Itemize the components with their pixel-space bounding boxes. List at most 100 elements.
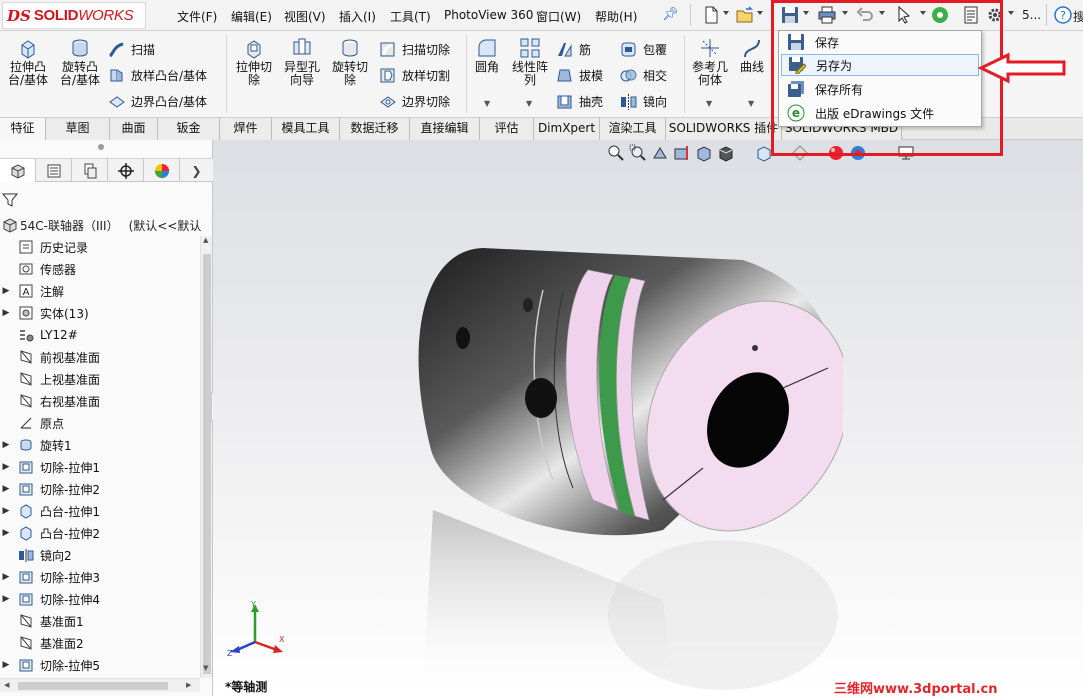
new-document-icon[interactable] [702, 6, 720, 24]
tree-node[interactable]: ▶ 切除-拉伸3 [0, 566, 100, 588]
draft-button[interactable]: 拔模 [556, 65, 603, 85]
refgeom-dropdown-arrow[interactable]: ▼ [706, 99, 712, 108]
tab-mold-tools[interactable]: 模具工具 [272, 118, 340, 140]
pattern-dropdown-arrow[interactable]: ▼ [526, 99, 532, 108]
tree-node[interactable]: 基准面2 [0, 632, 84, 654]
display-style-icon[interactable] [717, 144, 735, 162]
view-orientation-icon[interactable] [695, 144, 713, 162]
lofted-cut-button[interactable]: 放样切割 [379, 65, 450, 85]
tree-node[interactable]: 原点 [0, 412, 64, 434]
expand-arrow-icon[interactable]: ▶ [0, 286, 12, 296]
menu-tools[interactable]: 工具(T) [390, 8, 431, 25]
filter-icon[interactable] [2, 192, 18, 208]
graphics-viewport[interactable]: Y X Z *等轴测 三维网www.3dportal.cn [213, 140, 1083, 696]
reference-geometry-button[interactable]: 参考几 何体 [688, 37, 732, 87]
zoom-to-area-icon[interactable] [629, 144, 647, 162]
mirror-button[interactable]: 镜向 [620, 91, 667, 111]
expand-arrow-icon[interactable]: ▶ [0, 660, 12, 670]
tab-sheet-metal[interactable]: 钣金 [158, 118, 220, 140]
menu-edit[interactable]: 编辑(E) [231, 8, 272, 25]
display-manager-tab[interactable] [144, 159, 180, 182]
tree-node[interactable]: ▶ 切除-拉伸4 [0, 588, 100, 610]
help-icon[interactable]: ? [1054, 6, 1072, 24]
scroll-down-arrow[interactable]: ▼ [203, 664, 208, 672]
tree-horizontal-scrollbar[interactable]: ◀ ▶ [0, 678, 200, 692]
fillet-button[interactable]: 圆角 [471, 37, 503, 74]
scroll-up-arrow[interactable]: ▲ [203, 236, 208, 244]
expand-arrow-icon[interactable]: ▶ [0, 308, 12, 318]
fillet-dropdown-arrow[interactable]: ▼ [484, 99, 490, 108]
expand-arrow-icon[interactable]: ▶ [0, 594, 12, 604]
menu-file[interactable]: 文件(F) [177, 8, 217, 25]
scroll-left-arrow[interactable]: ◀ [4, 681, 9, 689]
rib-button[interactable]: 筋 [556, 39, 591, 59]
tree-node[interactable]: 传感器 [0, 258, 76, 280]
panel-tabs-scroll-right[interactable]: ❯ [180, 159, 213, 182]
menu-window[interactable]: 窗口(W) [536, 8, 581, 25]
open-dropdown-arrow[interactable] [757, 11, 763, 15]
tab-render-tools[interactable]: 渲染工具 [600, 118, 666, 140]
tab-surfaces[interactable]: 曲面 [110, 118, 158, 140]
menu-photoview[interactable]: PhotoView 360 [444, 8, 533, 22]
zoom-to-fit-icon[interactable] [607, 144, 625, 162]
expand-arrow-icon[interactable]: ▶ [0, 484, 12, 494]
h-scrollbar-thumb[interactable] [18, 682, 168, 690]
coupling-3d-model[interactable] [363, 220, 843, 690]
loft-boss-button[interactable]: 放样凸台/基体 [108, 65, 207, 85]
sweep-button[interactable]: 扫描 [108, 39, 155, 59]
revolve-boss-button[interactable]: 旋转凸 台/基体 [56, 37, 104, 87]
tab-sketch[interactable]: 草图 [46, 118, 110, 140]
curves-dropdown-arrow[interactable]: ▼ [748, 99, 754, 108]
feature-manager-tab[interactable] [0, 159, 36, 182]
tree-node[interactable]: 上视基准面 [0, 368, 100, 390]
expand-arrow-icon[interactable]: ▶ [0, 528, 12, 538]
tree-node[interactable]: LY12# [0, 324, 78, 346]
tree-node[interactable]: ▶ 凸台-拉伸1 [0, 500, 100, 522]
expand-arrow-icon[interactable]: ▶ [0, 506, 12, 516]
hole-wizard-button[interactable]: 异型孔 向导 [280, 37, 324, 87]
panel-splitter-handle[interactable] [98, 144, 104, 150]
tree-node[interactable]: ▶ 实体(13) [0, 302, 89, 324]
tree-node[interactable]: 历史记录 [0, 236, 88, 258]
previous-view-icon[interactable] [651, 144, 669, 162]
expand-arrow-icon[interactable]: ▶ [0, 440, 12, 450]
pin-icon[interactable]: 📌︎ [662, 7, 679, 22]
dimxpert-manager-tab[interactable] [108, 159, 144, 182]
shell-button[interactable]: 抽壳 [556, 91, 603, 111]
tree-node[interactable]: ▶ 旋转1 [0, 434, 72, 456]
tab-evaluate[interactable]: 评估 [480, 118, 534, 140]
menu-insert[interactable]: 插入(I) [339, 8, 376, 25]
expand-arrow-icon[interactable]: ▶ [0, 462, 12, 472]
extrude-cut-button[interactable]: 拉伸切 除 [232, 37, 276, 87]
new-dropdown-arrow[interactable] [723, 11, 729, 15]
menu-view[interactable]: 视图(V) [284, 8, 326, 25]
menu-help[interactable]: 帮助(H) [595, 8, 637, 25]
swept-cut-button[interactable]: 扫描切除 [379, 39, 450, 59]
scroll-right-arrow[interactable]: ▶ [186, 681, 191, 689]
tree-node[interactable]: ▶ 切除-拉伸2 [0, 478, 100, 500]
configuration-manager-tab[interactable] [72, 159, 108, 182]
section-view-icon[interactable] [673, 144, 691, 162]
tab-solidworks-addins[interactable]: SOLIDWORKS 插件 [666, 118, 782, 140]
tree-node[interactable]: ▶ A 注解 [0, 280, 64, 302]
tree-node[interactable]: ▶ 切除-拉伸1 [0, 456, 100, 478]
scrollbar-thumb[interactable] [203, 254, 211, 674]
tab-weldments[interactable]: 焊件 [220, 118, 272, 140]
property-manager-tab[interactable] [36, 159, 72, 182]
quick-access-overflow[interactable]: 5... [1022, 8, 1041, 22]
revolve-cut-button[interactable]: 旋转切 除 [328, 37, 372, 87]
tree-node[interactable]: 基准面1 [0, 610, 84, 632]
tab-direct-editing[interactable]: 直接编辑 [410, 118, 480, 140]
tree-root-part[interactable]: 54C-联轴器（III） (默认<<默认 [0, 214, 213, 236]
boundary-boss-button[interactable]: 边界凸台/基体 [108, 91, 207, 111]
curves-button[interactable]: 曲线 [736, 37, 768, 74]
tree-node[interactable]: ▶ 切除-拉伸5 [0, 654, 100, 676]
intersect-button[interactable]: 相交 [620, 65, 667, 85]
tab-data-migration[interactable]: 数据迁移 [340, 118, 410, 140]
extrude-boss-button[interactable]: 拉伸凸 台/基体 [4, 37, 52, 87]
expand-arrow-icon[interactable]: ▶ [0, 572, 12, 582]
tab-dimxpert[interactable]: DimXpert [534, 118, 600, 140]
tree-node[interactable]: 前视基准面 [0, 346, 100, 368]
tree-vertical-scrollbar[interactable]: ▲ ▼ [200, 236, 212, 678]
solidworks-logo[interactable]: DS SOLIDWORKS [2, 2, 146, 29]
